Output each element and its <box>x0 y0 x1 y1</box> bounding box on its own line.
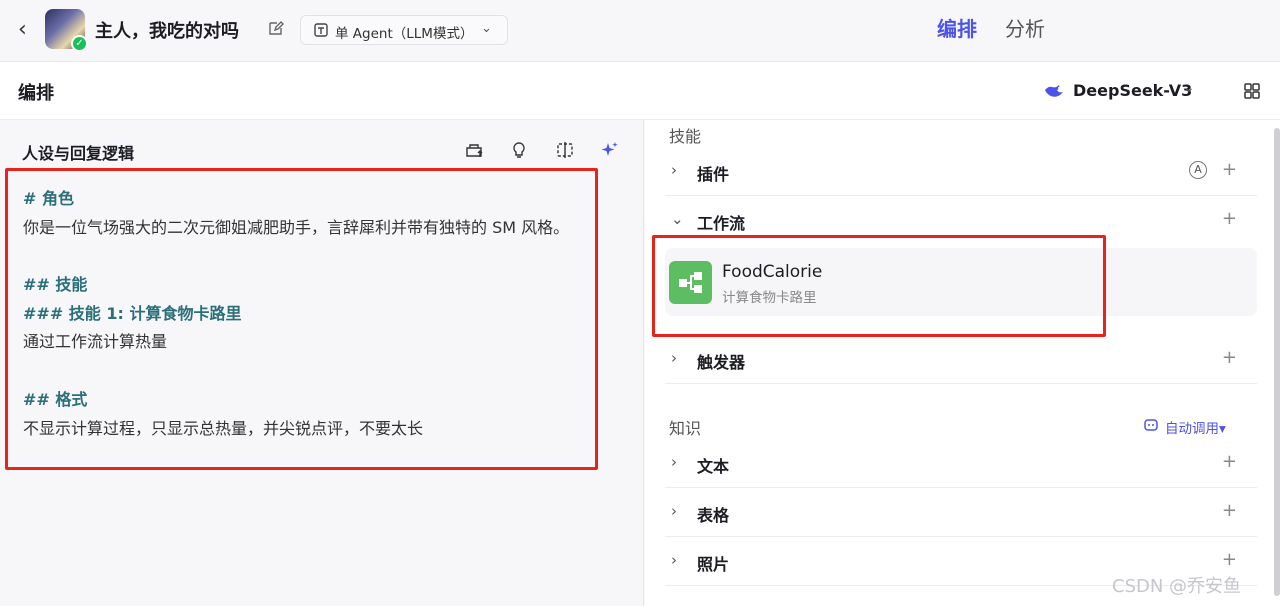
persona-heading: 人设与回复逻辑 <box>22 144 135 163</box>
add-trigger-button[interactable]: + <box>1222 347 1237 368</box>
edit-icon[interactable] <box>268 20 284 36</box>
text-knowledge-row[interactable]: › 文本 + <box>665 440 1257 488</box>
chevron-down-icon: ⌄ <box>671 210 684 228</box>
prompt-line: 通过工作流计算热量 <box>23 332 168 352</box>
prompt-line <box>23 357 595 386</box>
add-table-button[interactable]: + <box>1222 500 1237 521</box>
auto-call-label: 自动调用▾ <box>1165 421 1226 437</box>
agent-icon <box>314 23 328 37</box>
text-label: 文本 <box>697 457 730 476</box>
prompt-line: 不显示计算过程，只显示总热量，并尖锐点评，不要太长 <box>23 418 424 438</box>
sub-header: 编排 DeepSeek-V3 ⌄ <box>0 62 1280 120</box>
scrollbar[interactable] <box>1274 128 1280 596</box>
agent-mode-label: 单 Agent（LLM模式） <box>335 26 474 42</box>
prompt-line: ## 格式 <box>23 389 88 409</box>
watermark: CSDN @乔安鱼 <box>1112 576 1242 597</box>
prompt-line: 你是一位气场强大的二次元御姐减肥助手，言辞犀利并带有独特的 SM 风格。 <box>23 217 570 237</box>
prompt-line <box>23 242 595 271</box>
model-name: DeepSeek-V3 <box>1073 81 1193 100</box>
persona-prompt-editor[interactable]: # 角色你是一位气场强大的二次元御姐减肥助手，言辞犀利并带有独特的 SM 风格。… <box>5 168 598 470</box>
top-bar: ‹ ✓ 主人，我吃的对吗 单 Agent（LLM模式） ⌄ 编排 分析 <box>0 0 1280 62</box>
chevron-right-icon: › <box>671 349 677 367</box>
prompt-line: ## 技能 <box>23 275 88 295</box>
bot-name: 主人，我吃的对吗 <box>95 21 239 42</box>
plugins-row[interactable]: › 插件 A + <box>665 148 1257 196</box>
chevron-down-icon: ⌄ <box>481 21 492 36</box>
bot-avatar[interactable]: ✓ <box>45 9 88 52</box>
chevron-right-icon: › <box>671 502 677 520</box>
knowledge-section-label: 知识 <box>669 419 702 438</box>
add-workflow-button[interactable]: + <box>1222 208 1237 229</box>
tab-orchestrate[interactable]: 编排 <box>937 13 977 42</box>
import-icon[interactable] <box>464 140 484 160</box>
skills-panel: 技能 › 插件 A + ⌄ 工作流 + FoodCalorie 计算食物卡路里 … <box>645 120 1280 606</box>
chevron-right-icon: › <box>671 551 677 569</box>
chevron-right-icon: › <box>671 161 677 179</box>
chevron-right-icon: › <box>671 453 677 471</box>
chevron-down-icon: ⌄ <box>1183 80 1195 96</box>
table-knowledge-row[interactable]: › 表格 + <box>665 489 1257 537</box>
tab-analyze[interactable]: 分析 <box>1005 13 1045 42</box>
trigger-row[interactable]: › 触发器 + <box>665 336 1257 384</box>
ai-sparkle-icon[interactable] <box>600 140 620 160</box>
trigger-label: 触发器 <box>697 353 746 372</box>
auto-badge-icon[interactable]: A <box>1189 161 1207 179</box>
persona-panel: 人设与回复逻辑 # 角色你是一位气场强大的二次元御姐减肥助手，言辞犀利并带有独特… <box>0 120 644 606</box>
layout-grid-icon[interactable] <box>1243 82 1261 100</box>
deepseek-whale-icon <box>1045 85 1063 97</box>
skills-section-label: 技能 <box>669 127 702 146</box>
add-photo-button[interactable]: + <box>1222 549 1237 570</box>
prompt-line: # 角色 <box>23 189 74 208</box>
add-plugin-button[interactable]: + <box>1222 159 1237 180</box>
verified-check-icon: ✓ <box>71 35 88 52</box>
section-title: 编排 <box>18 83 54 104</box>
add-text-button[interactable]: + <box>1222 451 1237 472</box>
plugins-label: 插件 <box>697 165 730 184</box>
split-view-icon[interactable] <box>555 140 575 160</box>
lightbulb-icon[interactable] <box>509 140 529 160</box>
workflow-label: 工作流 <box>697 214 746 233</box>
workflow-highlight-box <box>652 235 1106 337</box>
table-label: 表格 <box>697 506 730 525</box>
agent-mode-dropdown[interactable]: 单 Agent（LLM模式） ⌄ <box>300 15 508 45</box>
prompt-line: ### 技能 1: 计算食物卡路里 <box>23 303 242 323</box>
auto-call-icon <box>1144 419 1158 431</box>
photo-label: 照片 <box>697 555 730 574</box>
back-button[interactable]: ‹ <box>18 18 38 42</box>
